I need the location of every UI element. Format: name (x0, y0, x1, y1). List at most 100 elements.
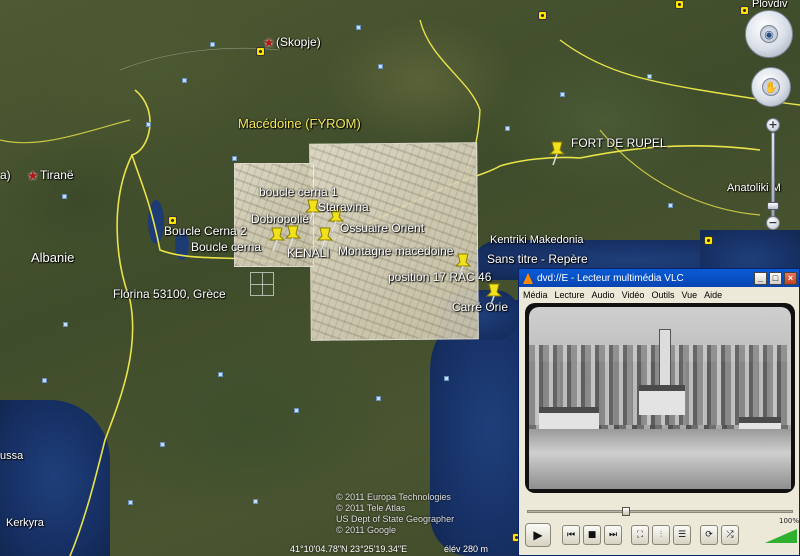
zoom-in-button[interactable]: + (766, 118, 780, 132)
placemark-montagne-macedoine[interactable]: Montagne macedoine (338, 244, 453, 258)
place-marker-icon[interactable] (560, 92, 565, 97)
close-button[interactable]: × (784, 271, 797, 285)
look-control[interactable]: ◉ (745, 10, 793, 58)
video-river (529, 429, 791, 489)
place-marker-icon[interactable] (63, 322, 68, 327)
copyright-line: © 2011 Europa Technologies (336, 492, 451, 502)
video-frame-image (529, 307, 791, 489)
video-building (639, 385, 685, 415)
menu-aide[interactable]: Aide (704, 290, 722, 300)
label-florina[interactable]: Flórina 53100, Grèce (113, 287, 226, 301)
label-albanie: Albanie (31, 250, 75, 265)
vlc-titlebar[interactable]: dvd://E - Lecteur multimédia VLC _ □ × (519, 269, 799, 287)
place-marker-icon[interactable] (376, 396, 381, 401)
volume-percent: 100% (778, 517, 799, 525)
vlc-window[interactable]: dvd://E - Lecteur multimédia VLC _ □ × M… (518, 268, 800, 556)
map-copyright: © 2011 Europa Technologies © 2011 Tele A… (336, 492, 454, 536)
status-coordinates: 41°10'04.78"N 23°25'19.34"E (290, 544, 408, 554)
placemark-position-17[interactable]: position 17 RAC 46 (388, 270, 491, 284)
pushpin-icon[interactable] (546, 140, 568, 166)
random-button[interactable]: ⤮ (721, 525, 739, 545)
place-marker-icon[interactable] (128, 500, 133, 505)
label-kentriki: Kentriki Makedonia (490, 234, 584, 246)
place-marker-icon[interactable] (668, 203, 673, 208)
zoom-knob[interactable] (767, 202, 779, 210)
vlc-controls: ▶ ⏮ ■ ⏭ ⛶ ⫶ ☰ ⟳ ⤮ 100% (525, 517, 799, 547)
label-skopje[interactable]: (Skopje) (276, 35, 321, 49)
seek-knob[interactable] (622, 507, 630, 516)
seek-track[interactable] (527, 510, 793, 513)
label-macedoine: Macédoine (FYROM) (238, 116, 361, 131)
zoom-out-button[interactable]: − (766, 216, 780, 230)
copyright-line: US Dept of State Geographer (336, 514, 455, 524)
vlc-menubar: Média Lecture Audio Vidéo Outils Vue Aid… (519, 287, 799, 303)
poi-icon[interactable] (538, 11, 547, 20)
vlc-seek-bar[interactable] (527, 507, 793, 516)
stop-button[interactable]: ■ (583, 525, 601, 545)
loop-button[interactable]: ⟳ (700, 525, 718, 545)
place-marker-icon[interactable] (294, 408, 299, 413)
hand-icon: ✋ (762, 78, 780, 96)
tirane-star-icon[interactable]: ★ (27, 169, 39, 184)
placemark-ossuaire-orient[interactable]: Ossuaire Orient (340, 221, 424, 235)
place-marker-icon[interactable] (160, 442, 165, 447)
label-tirane[interactable]: Tiranë (40, 168, 74, 182)
placemark-boucle-cerna[interactable]: Boucle cerna (191, 240, 261, 254)
label-plovdiv: Plovdiv (752, 0, 788, 10)
overlay-grid (250, 272, 274, 296)
place-marker-icon[interactable] (378, 64, 383, 69)
placemark-staravina[interactable]: Staravina (318, 200, 369, 214)
place-marker-icon[interactable] (62, 194, 67, 199)
video-clock-tower (659, 329, 671, 389)
placemark-kenali[interactable]: KENALI (287, 246, 330, 260)
poi-icon[interactable] (168, 216, 177, 225)
place-marker-icon[interactable] (505, 126, 510, 131)
poi-icon[interactable] (675, 0, 684, 9)
maximize-button[interactable]: □ (769, 271, 782, 285)
menu-video[interactable]: Vidéo (622, 290, 645, 300)
place-marker-icon[interactable] (444, 376, 449, 381)
move-control[interactable]: ✋ (751, 67, 791, 107)
place-marker-icon[interactable] (253, 499, 258, 504)
menu-audio[interactable]: Audio (592, 290, 615, 300)
vlc-video-area[interactable] (525, 303, 795, 493)
place-marker-icon[interactable] (182, 78, 187, 83)
poi-icon[interactable] (740, 6, 749, 15)
placemark-sans-titre[interactable]: Sans titre - Repère (487, 252, 588, 266)
extended-settings-button[interactable]: ⫶ (652, 525, 670, 545)
place-marker-icon[interactable] (146, 122, 151, 127)
placemark-dobropolie[interactable]: Dobropolié (251, 212, 309, 226)
place-marker-icon[interactable] (218, 372, 223, 377)
volume-level[interactable] (765, 529, 797, 543)
poi-icon[interactable] (704, 236, 713, 245)
copyright-line: © 2011 Google (336, 525, 397, 535)
menu-media[interactable]: Média (523, 290, 548, 300)
fullscreen-button[interactable]: ⛶ (631, 525, 649, 545)
place-marker-icon[interactable] (232, 156, 237, 161)
place-marker-icon[interactable] (42, 378, 47, 383)
menu-outils[interactable]: Outils (651, 290, 674, 300)
label-ussa: ussa (0, 450, 24, 462)
pushpin-icon[interactable] (266, 226, 288, 252)
placemark-carre-orient[interactable]: Carré Orie (452, 300, 508, 314)
previous-button[interactable]: ⏮ (562, 525, 580, 545)
place-marker-icon[interactable] (210, 42, 215, 47)
label-tirane-prefix: a) (0, 168, 11, 182)
placemark-boucle-cerna-1[interactable]: boucle cerna 1 (259, 185, 338, 199)
zoom-slider[interactable]: + − (766, 118, 780, 232)
place-marker-icon[interactable] (647, 74, 652, 79)
placemark-fort-de-rupel[interactable]: FORT DE RUPEL (571, 136, 667, 150)
volume-slider[interactable]: 100% (765, 517, 799, 543)
vlc-cone-icon (523, 272, 533, 284)
place-marker-icon[interactable] (356, 25, 361, 30)
next-button[interactable]: ⏭ (604, 525, 622, 545)
menu-lecture[interactable]: Lecture (555, 290, 585, 300)
playlist-button[interactable]: ☰ (673, 525, 691, 545)
vlc-window-title: dvd://E - Lecteur multimédia VLC (537, 272, 684, 284)
minimize-button[interactable]: _ (754, 271, 767, 285)
status-elevation: élév 280 m (444, 544, 489, 554)
skopje-poi-icon[interactable] (256, 47, 265, 56)
play-button[interactable]: ▶ (525, 523, 551, 547)
placemark-boucle-cerna-2[interactable]: Boucle Cerna 2 (164, 224, 247, 238)
menu-vue[interactable]: Vue (681, 290, 697, 300)
